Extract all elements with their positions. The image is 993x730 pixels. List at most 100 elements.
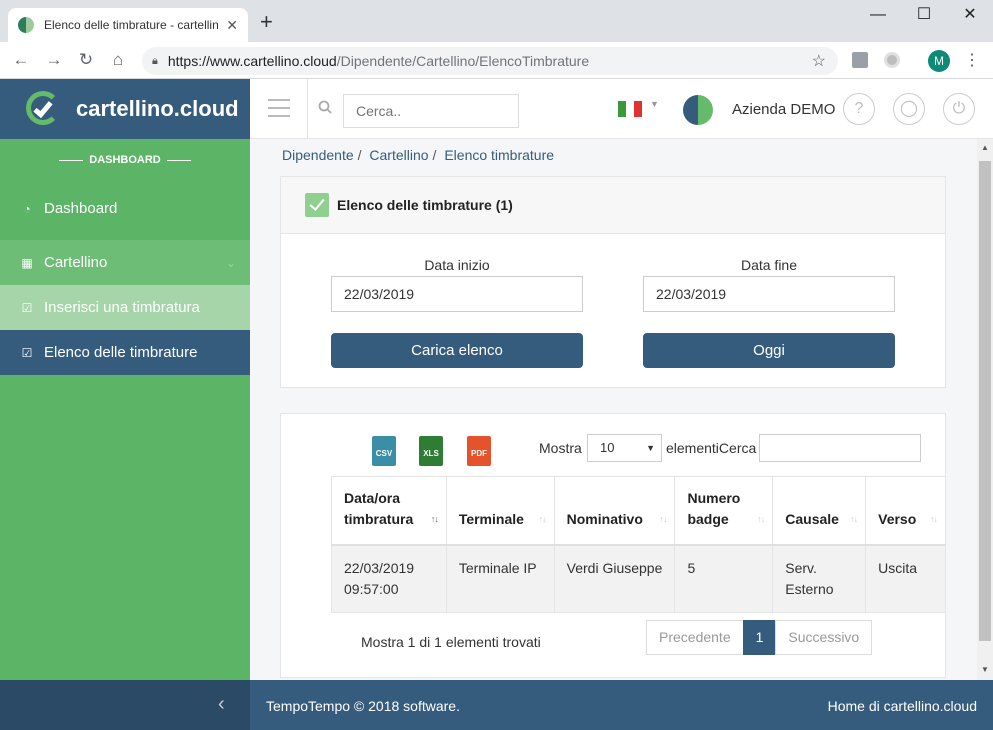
column-header-name[interactable]: Nominativo ↑↓: [553, 476, 676, 546]
hamburger-menu-icon[interactable]: [268, 99, 290, 117]
brand-name: cartellino.cloud: [76, 96, 239, 121]
column-header-verso[interactable]: Verso ↑↓: [865, 476, 946, 546]
filter-card: Elenco delle timbrature (1) Data inizio …: [280, 176, 946, 388]
company-logo-icon: [683, 95, 713, 125]
kebab-menu-icon[interactable]: ⋮: [964, 50, 980, 70]
user-button[interactable]: ◯: [893, 93, 925, 125]
chevron-left-icon: ‹: [218, 693, 225, 715]
breadcrumb-item[interactable]: Dipendente: [282, 147, 354, 163]
page-scrollbar[interactable]: ▲ ▼: [977, 139, 993, 680]
sidebar-item-dashboard[interactable]: ◔ Dashboard: [0, 186, 250, 231]
chevron-down-icon[interactable]: ▼: [650, 99, 659, 109]
address-bar[interactable]: 🔒︎ https://www.cartellino.cloud/Dipenden…: [142, 47, 838, 75]
sort-icon: ↑↓: [930, 513, 938, 524]
end-date-field[interactable]: [643, 276, 895, 312]
start-date-field[interactable]: [331, 276, 583, 312]
help-button[interactable]: ?: [843, 93, 875, 125]
circle-extension-icon[interactable]: [884, 52, 900, 68]
maximize-button[interactable]: ☐: [901, 4, 947, 26]
site-favicon-icon: [18, 17, 34, 33]
logout-button[interactable]: ⏻: [943, 93, 975, 125]
scroll-up-icon[interactable]: ▲: [981, 143, 989, 152]
pdf-export-icon[interactable]: PDF: [467, 436, 491, 466]
lock-icon[interactable]: 🔒︎: [152, 55, 158, 68]
breadcrumb-item[interactable]: Cartellino: [369, 147, 428, 163]
home-icon[interactable]: ⌂: [107, 50, 129, 70]
check-square-icon: ☑: [21, 300, 33, 315]
sidebar-section-title: DASHBOARD: [0, 154, 250, 166]
brand-logo-icon: [24, 89, 64, 129]
load-list-button[interactable]: Carica elenco: [331, 333, 583, 368]
sidebar-item-label: Inserisci una timbratura: [44, 299, 200, 316]
table-row[interactable]: 22/03/2019 09:57:00 Terminale IP Verdi Gi…: [331, 544, 946, 613]
column-header-causale[interactable]: Causale ↑↓: [772, 476, 867, 546]
new-tab-button[interactable]: +: [260, 11, 273, 33]
minimize-button[interactable]: —: [855, 4, 901, 26]
main-content: Dipendente / Cartellino / Elenco timbratur…: [250, 139, 977, 680]
scroll-down-icon[interactable]: ▼: [981, 665, 989, 674]
app-header: cartellino.cloud ▼ Azienda DEMO ? ◯ ⏻: [0, 79, 993, 139]
forward-icon[interactable]: →: [43, 50, 65, 70]
excel-export-icon[interactable]: XLS: [419, 436, 443, 466]
page-length-value: 10: [600, 440, 615, 455]
browser-toolbar: ← → ↻ ⌂ 🔒︎ https://www.cartellino.cloud/…: [0, 42, 993, 79]
page-length-select[interactable]: 10 ▼: [587, 434, 662, 462]
sidebar-collapse-button[interactable]: ‹: [0, 680, 250, 730]
browser-tab[interactable]: Elenco delle timbrature - cartellin ✕: [8, 8, 248, 42]
search-input[interactable]: [343, 94, 519, 128]
brand[interactable]: cartellino.cloud: [0, 79, 250, 139]
dashboard-icon: ◔: [23, 201, 31, 216]
sort-icon: ↑↓: [850, 513, 858, 524]
sidebar-item-label: Elenco delle timbrature: [44, 344, 198, 361]
sort-icon: ↑↓: [659, 513, 667, 524]
italy-flag-icon[interactable]: [618, 101, 642, 117]
url-text[interactable]: https://www.cartellino.cloud/Dipendente/…: [168, 53, 589, 69]
page-button-current[interactable]: 1: [742, 620, 777, 655]
cell-name: Verdi Giuseppe: [553, 544, 676, 613]
profile-avatar[interactable]: M: [928, 50, 950, 72]
sort-asc-icon: ↑↓: [430, 513, 439, 524]
search-icon: [318, 100, 332, 114]
end-date-label: Data fine: [740, 257, 798, 273]
drive-extension-icon[interactable]: [852, 52, 868, 68]
start-date-label: Data inizio: [424, 257, 490, 273]
cell-verso: Uscita: [865, 544, 946, 613]
filter-card-header: Elenco delle timbrature (1): [281, 177, 945, 234]
sidebar-item-cartellino[interactable]: ▦ Cartellino ⌄: [0, 240, 250, 285]
reload-icon[interactable]: ↻: [75, 50, 97, 70]
csv-export-icon[interactable]: CSV: [372, 436, 396, 466]
tab-close-icon[interactable]: ✕: [226, 17, 238, 34]
card-title: Elenco delle timbrature (1): [337, 197, 513, 213]
table-header-row: Data/ora timbratura ↑↓ Terminale ↑↓ Nominat…: [331, 476, 946, 546]
sidebar-item-elenco[interactable]: ☑ Elenco delle timbrature: [0, 330, 250, 375]
prev-page-button[interactable]: Precedente: [646, 620, 744, 655]
cell-badge: 5: [674, 544, 774, 613]
next-page-button[interactable]: Successivo: [775, 620, 873, 655]
sidebar-item-inserisci[interactable]: ☑ Inserisci una timbratura: [0, 285, 250, 330]
column-header-datetime[interactable]: Data/ora timbratura ↑↓: [331, 476, 447, 546]
table-search-input[interactable]: [759, 434, 921, 462]
back-icon[interactable]: ←: [10, 50, 32, 70]
footer-copyright: TempoTempo © 2018 software.: [266, 698, 460, 714]
company-name: Azienda DEMO: [732, 101, 836, 118]
chevron-down-icon: ⌄: [225, 255, 236, 270]
cell-datetime: 22/03/2019 09:57:00: [331, 544, 447, 613]
star-icon[interactable]: ☆: [812, 51, 826, 71]
chevron-down-icon: ▼: [646, 443, 655, 453]
check-icon: [305, 193, 329, 217]
header-divider: [307, 79, 308, 139]
browser-tab-bar: Elenco delle timbrature - cartellin ✕ + …: [0, 0, 993, 42]
scrollbar-thumb[interactable]: [979, 161, 991, 641]
close-window-button[interactable]: ✕: [947, 4, 993, 26]
sort-icon: ↑↓: [757, 513, 765, 524]
cell-causale: Serv. Esterno: [772, 544, 867, 613]
length-label: Mostra: [539, 440, 582, 456]
cell-terminal: Terminale IP: [445, 544, 555, 613]
footer-home-link[interactable]: Home di cartellino.cloud: [828, 698, 977, 714]
column-header-terminal[interactable]: Terminale ↑↓: [445, 476, 555, 546]
sidebar: DASHBOARD ◔ Dashboard ▦ Cartellino ⌄ ☑ I…: [0, 139, 250, 680]
column-header-badge[interactable]: Numero badge ↑↓: [674, 476, 774, 546]
timbrature-table: Data/ora timbratura ↑↓ Terminale ↑↓ Nominat…: [331, 476, 946, 613]
today-button[interactable]: Oggi: [643, 333, 895, 368]
table-card: CSV XLS PDF Mostra 10 ▼ elementiCerca Da…: [280, 413, 946, 678]
